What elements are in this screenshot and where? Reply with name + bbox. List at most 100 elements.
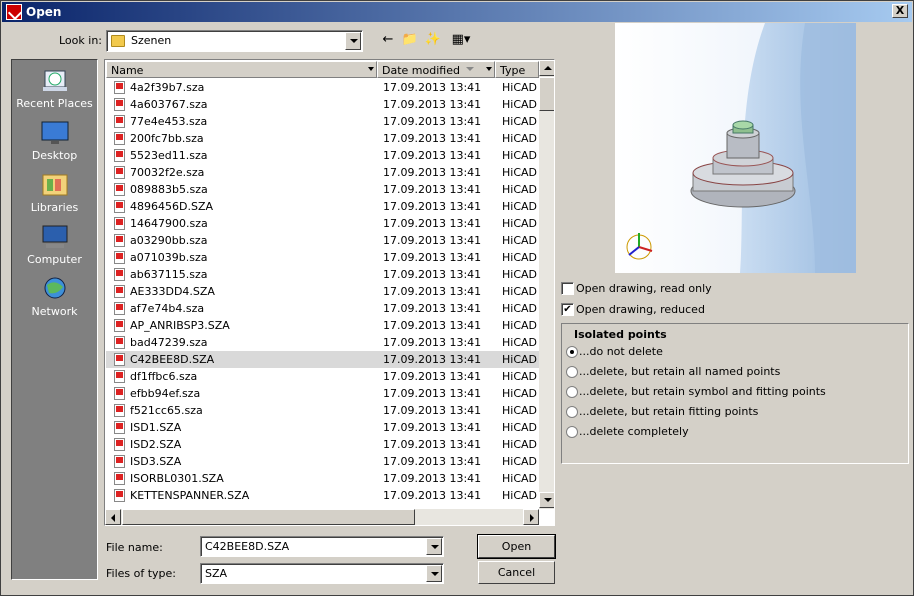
place-desktop[interactable]: Desktop: [12, 117, 97, 167]
file-name: ab637115.sza: [130, 268, 208, 281]
chevron-down-icon[interactable]: [426, 538, 442, 555]
scroll-right-button[interactable]: [523, 509, 539, 525]
file-row[interactable]: a071039b.sza 17.09.2013 13:41 HiCAD D: [106, 249, 539, 266]
isolated-points-radio[interactable]: [566, 406, 578, 418]
sza-file-icon: [114, 455, 125, 468]
place-computer[interactable]: Computer: [12, 221, 97, 271]
file-row[interactable]: a03290bb.sza 17.09.2013 13:41 HiCAD D: [106, 232, 539, 249]
file-type: HiCAD D: [502, 472, 539, 485]
scroll-down-button[interactable]: [539, 492, 554, 508]
view-menu-icon[interactable]: ▦▾: [448, 32, 474, 48]
look-in-dropdown[interactable]: Szenen: [106, 30, 363, 52]
file-date: 17.09.2013 13:41: [383, 166, 482, 179]
places-bar: Recent Places Desktop Libraries Computer…: [11, 59, 98, 580]
chevron-down-icon[interactable]: [426, 565, 442, 582]
file-date: 17.09.2013 13:41: [383, 302, 482, 315]
file-row[interactable]: af7e74b4.sza 17.09.2013 13:41 HiCAD D: [106, 300, 539, 317]
scroll-thumb[interactable]: [122, 509, 415, 525]
file-row[interactable]: ISD1.SZA 17.09.2013 13:41 HiCAD D: [106, 419, 539, 436]
close-button[interactable]: X: [892, 4, 908, 18]
file-row[interactable]: 14647900.sza 17.09.2013 13:41 HiCAD D: [106, 215, 539, 232]
chevron-down-icon[interactable]: [345, 32, 361, 50]
cancel-button[interactable]: Cancel: [478, 561, 555, 584]
file-date: 17.09.2013 13:41: [383, 234, 482, 247]
file-type: HiCAD D: [502, 336, 539, 349]
vertical-scrollbar[interactable]: [539, 60, 554, 509]
file-type: HiCAD D: [502, 183, 539, 196]
place-recent-places[interactable]: Recent Places: [12, 65, 97, 115]
isolated-points-radio[interactable]: [566, 426, 578, 438]
file-date: 17.09.2013 13:41: [383, 489, 482, 502]
place-network[interactable]: Network: [12, 273, 97, 323]
file-type: HiCAD D: [502, 302, 539, 315]
file-row[interactable]: 089883b5.sza 17.09.2013 13:41 HiCAD D: [106, 181, 539, 198]
place-libraries[interactable]: Libraries: [12, 169, 97, 219]
isolated-points-option-label: ...delete, but retain all named points: [579, 365, 781, 378]
look-in-value: Szenen: [131, 34, 172, 47]
file-date: 17.09.2013 13:41: [383, 387, 482, 400]
file-name-input[interactable]: C42BEE8D.SZA: [200, 536, 444, 557]
sza-file-icon: [114, 302, 125, 315]
reduced-checkbox[interactable]: ✔: [561, 303, 574, 316]
file-type: HiCAD D: [502, 387, 539, 400]
file-type-dropdown[interactable]: SZA: [200, 563, 444, 584]
file-row[interactable]: 4a603767.sza 17.09.2013 13:41 HiCAD D: [106, 96, 539, 113]
open-button[interactable]: Open: [477, 534, 556, 559]
scroll-up-button[interactable]: [539, 60, 554, 76]
drawing-preview: [615, 23, 856, 273]
file-row[interactable]: AP_ANRIBSP3.SZA 17.09.2013 13:41 HiCAD D: [106, 317, 539, 334]
horizontal-scrollbar[interactable]: [105, 509, 539, 525]
file-row[interactable]: 4a2f39b7.sza 17.09.2013 13:41 HiCAD D: [106, 79, 539, 96]
file-row[interactable]: f521cc65.sza 17.09.2013 13:41 HiCAD D: [106, 402, 539, 419]
file-row[interactable]: AE333DD4.SZA 17.09.2013 13:41 HiCAD D: [106, 283, 539, 300]
new-folder-icon[interactable]: ✨: [424, 32, 442, 48]
isolated-points-radio[interactable]: [566, 386, 578, 398]
read-only-label: Open drawing, read only: [576, 282, 712, 295]
chevron-down-icon[interactable]: [368, 67, 374, 71]
chevron-down-icon[interactable]: [486, 67, 492, 71]
folder-icon: [111, 35, 125, 47]
file-type: HiCAD D: [502, 98, 539, 111]
file-row[interactable]: ab637115.sza 17.09.2013 13:41 HiCAD D: [106, 266, 539, 283]
scroll-thumb[interactable]: [539, 77, 554, 111]
column-header-name[interactable]: Name: [106, 61, 377, 78]
file-row[interactable]: efbb94ef.sza 17.09.2013 13:41 HiCAD D: [106, 385, 539, 402]
file-row[interactable]: 5523ed11.sza 17.09.2013 13:41 HiCAD D: [106, 147, 539, 164]
file-name: 4a2f39b7.sza: [130, 81, 205, 94]
file-type: HiCAD D: [502, 234, 539, 247]
sza-file-icon: [114, 98, 125, 111]
column-header-type[interactable]: Type: [495, 61, 539, 78]
file-date: 17.09.2013 13:41: [383, 472, 482, 485]
file-row[interactable]: 200fc7bb.sza 17.09.2013 13:41 HiCAD D: [106, 130, 539, 147]
app-icon: [6, 4, 22, 20]
file-row[interactable]: C42BEE8D.SZA 17.09.2013 13:41 HiCAD D: [106, 351, 539, 368]
up-folder-icon[interactable]: 📁: [401, 32, 419, 48]
sza-file-icon: [114, 489, 125, 502]
file-row[interactable]: ISD3.SZA 17.09.2013 13:41 HiCAD D: [106, 453, 539, 470]
file-type: HiCAD D: [502, 81, 539, 94]
file-row[interactable]: 77e4e453.sza 17.09.2013 13:41 HiCAD D: [106, 113, 539, 130]
isolated-points-radio[interactable]: [566, 346, 578, 358]
file-date: 17.09.2013 13:41: [383, 200, 482, 213]
file-row[interactable]: 70032f2e.sza 17.09.2013 13:41 HiCAD D: [106, 164, 539, 181]
back-icon[interactable]: ←: [379, 32, 397, 48]
isolated-points-radio[interactable]: [566, 366, 578, 378]
isolated-points-option-label: ...delete, but retain fitting points: [579, 405, 759, 418]
isolated-points-title: Isolated points: [571, 328, 670, 341]
file-row[interactable]: ISORBL0301.SZA 17.09.2013 13:41 HiCAD D: [106, 470, 539, 487]
file-row[interactable]: KETTENSPANNER.SZA 17.09.2013 13:41 HiCAD D: [106, 487, 539, 504]
column-header-date[interactable]: Date modified: [377, 61, 495, 78]
file-row[interactable]: df1ffbc6.sza 17.09.2013 13:41 HiCAD D: [106, 368, 539, 385]
file-name: bad47239.sza: [130, 336, 208, 349]
file-date: 17.09.2013 13:41: [383, 353, 482, 366]
file-row[interactable]: bad47239.sza 17.09.2013 13:41 HiCAD D: [106, 334, 539, 351]
file-date: 17.09.2013 13:41: [383, 251, 482, 264]
file-row[interactable]: 4896456D.SZA 17.09.2013 13:41 HiCAD D: [106, 198, 539, 215]
isolated-points-option-label: ...delete completely: [579, 425, 689, 438]
scroll-left-button[interactable]: [105, 509, 121, 525]
sza-file-icon: [114, 81, 125, 94]
file-list[interactable]: Name Date modified Type 4a2f39b7.sza 17.0…: [104, 59, 555, 526]
file-row[interactable]: ISD2.SZA 17.09.2013 13:41 HiCAD D: [106, 436, 539, 453]
read-only-checkbox[interactable]: [561, 282, 574, 295]
sza-file-icon: [114, 166, 125, 179]
